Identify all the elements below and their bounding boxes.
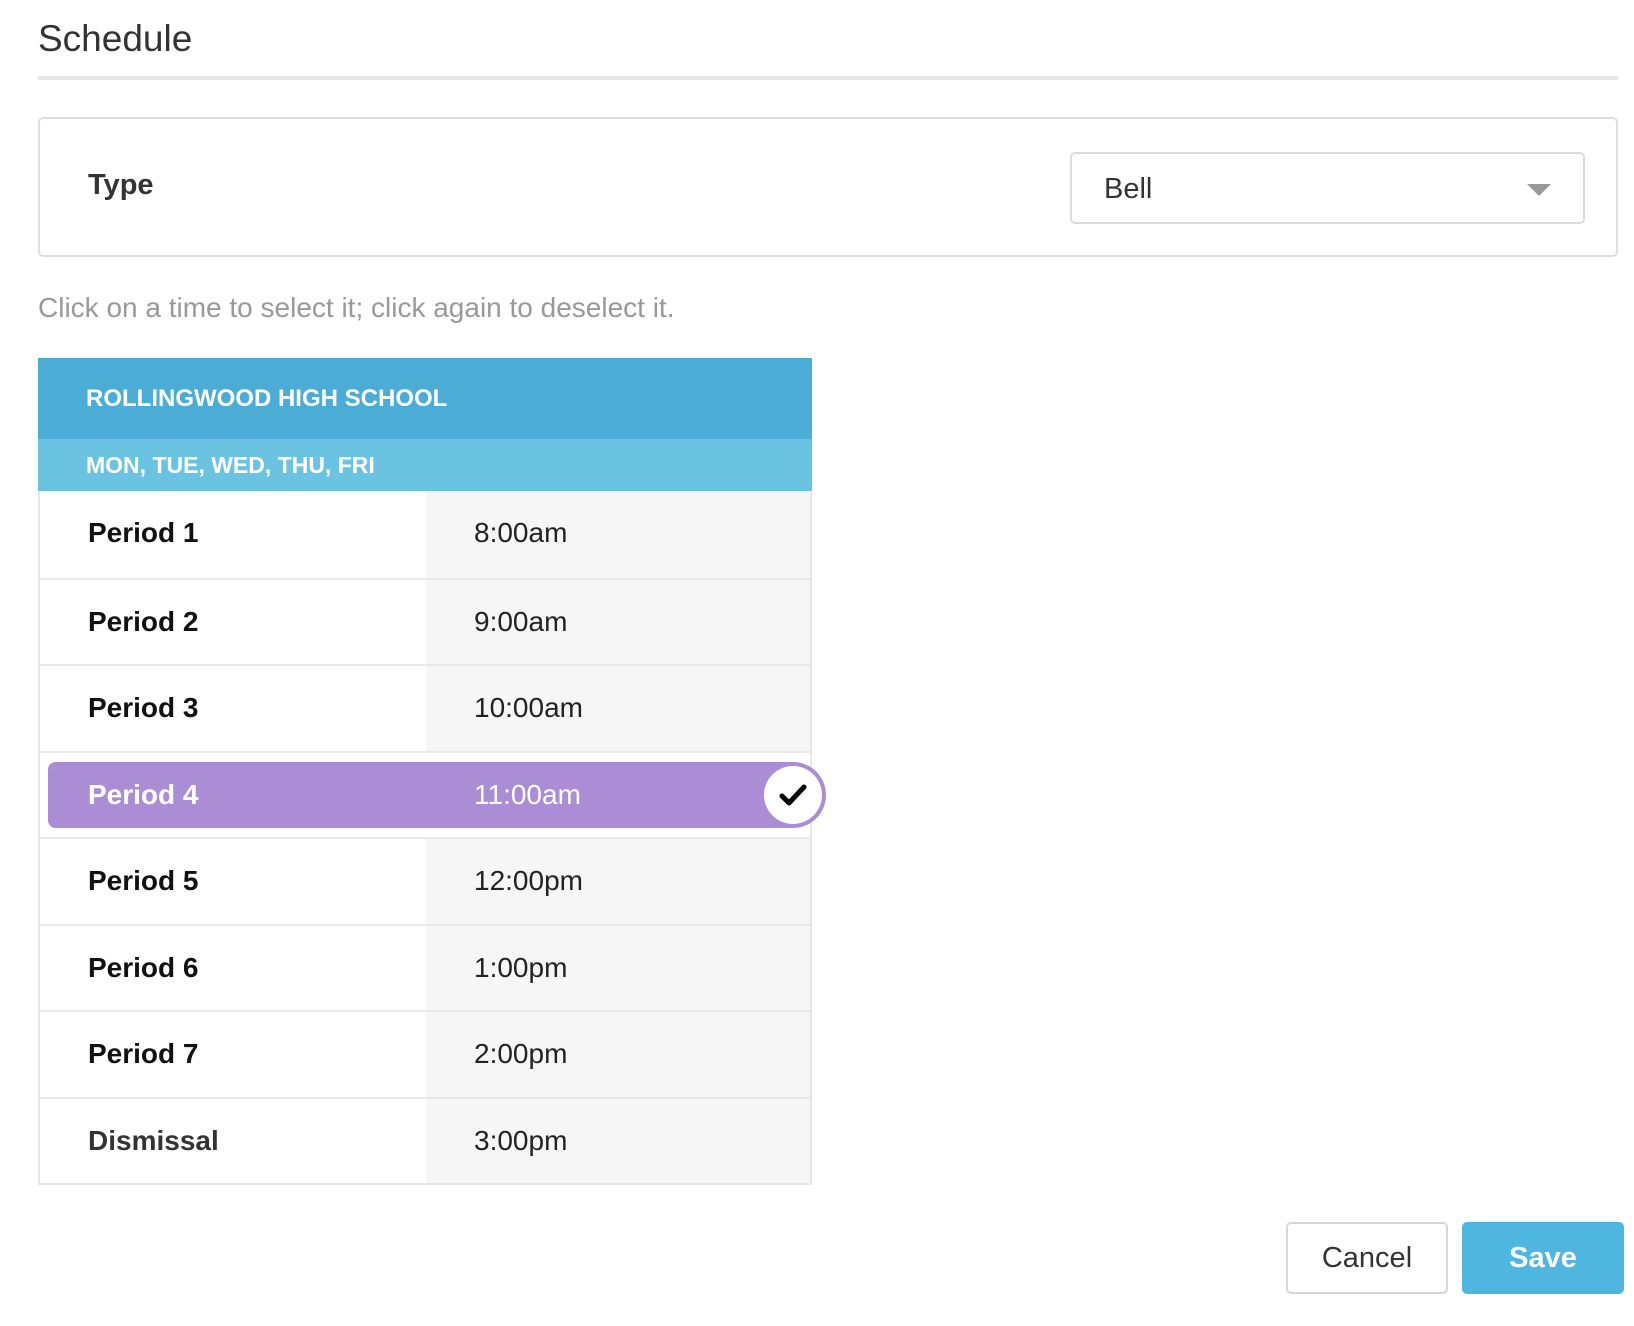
period-time: 11:00am: [474, 778, 581, 810]
schedule-row[interactable]: Period 6 1:00pm: [40, 923, 810, 1010]
period-name: Period 2: [88, 605, 199, 637]
type-label: Type: [88, 169, 154, 201]
period-time: 10:00am: [474, 692, 583, 723]
save-button[interactable]: Save: [1462, 1222, 1624, 1294]
period-time-cell[interactable]: 2:00pm: [426, 1012, 810, 1097]
period-name: Period 6: [88, 951, 199, 983]
type-panel: Type Bell: [38, 117, 1618, 257]
period-name: Period 4: [88, 778, 199, 810]
period-time-cell[interactable]: 10:00am: [426, 666, 810, 751]
period-name-cell: Period 1: [40, 491, 426, 578]
period-time-cell[interactable]: 8:00am: [426, 491, 810, 578]
period-name-cell: Period 6: [40, 925, 426, 1010]
schedule-rows: Period 1 8:00am Period 2 9:00am Period 3: [38, 491, 826, 1185]
type-select[interactable]: Bell: [1070, 152, 1585, 224]
page-title: Schedule: [38, 18, 193, 59]
schedule-page: Schedule Type Bell Click on a time to se…: [0, 0, 1634, 1326]
period-time: 8:00am: [474, 517, 568, 548]
period-time-cell[interactable]: 9:00am: [426, 579, 810, 664]
period-time-cell[interactable]: 3:00pm: [426, 1098, 810, 1183]
school-name-header: ROLLINGWOOD HIGH SCHOOL: [38, 358, 812, 439]
schedule-row[interactable]: Dismissal 3:00pm: [40, 1096, 810, 1183]
schedule-row[interactable]: Period 7 2:00pm: [40, 1010, 810, 1097]
period-name: Period 3: [88, 692, 199, 723]
schedule-row[interactable]: Period 1 8:00am: [40, 491, 810, 578]
schedule-row[interactable]: Period 3 10:00am: [40, 664, 810, 751]
period-name: Dismissal: [88, 1124, 219, 1156]
period-name-cell: Period 2: [40, 579, 426, 664]
title-divider: [38, 76, 1618, 80]
days-header: MON, TUE, WED, THU, FRI: [38, 439, 812, 491]
period-time: 3:00pm: [474, 1124, 568, 1156]
period-name: Period 7: [88, 1038, 199, 1069]
chevron-down-icon: [1527, 184, 1551, 196]
schedule-row[interactable]: Period 2 9:00am: [40, 577, 810, 664]
schedule-table: ROLLINGWOOD HIGH SCHOOL MON, TUE, WED, T…: [38, 358, 826, 1185]
period-name: Period 5: [88, 865, 199, 896]
type-select-value: Bell: [1104, 173, 1153, 205]
period-name-cell: Dismissal: [40, 1098, 426, 1183]
checkmark-icon: [764, 765, 822, 824]
period-name-cell: Period 7: [40, 1012, 426, 1097]
period-time-cell[interactable]: 1:00pm: [426, 925, 810, 1010]
period-time: 9:00am: [474, 605, 568, 637]
instructions-text: Click on a time to select it; click agai…: [38, 292, 675, 323]
selected-row-pill[interactable]: Period 4 11:00am: [48, 761, 826, 828]
period-name: Period 1: [88, 517, 199, 548]
period-name-cell: Period 5: [40, 839, 426, 924]
period-time: 1:00pm: [474, 951, 568, 983]
period-time: 12:00pm: [474, 865, 583, 896]
period-time-cell[interactable]: 12:00pm: [426, 839, 810, 924]
schedule-row-selected[interactable]: Period 4 11:00am: [40, 750, 826, 837]
schedule-row[interactable]: Period 5 12:00pm: [40, 837, 810, 924]
cancel-button[interactable]: Cancel: [1286, 1222, 1448, 1294]
period-time: 2:00pm: [474, 1038, 568, 1069]
period-name-cell: Period 3: [40, 666, 426, 751]
